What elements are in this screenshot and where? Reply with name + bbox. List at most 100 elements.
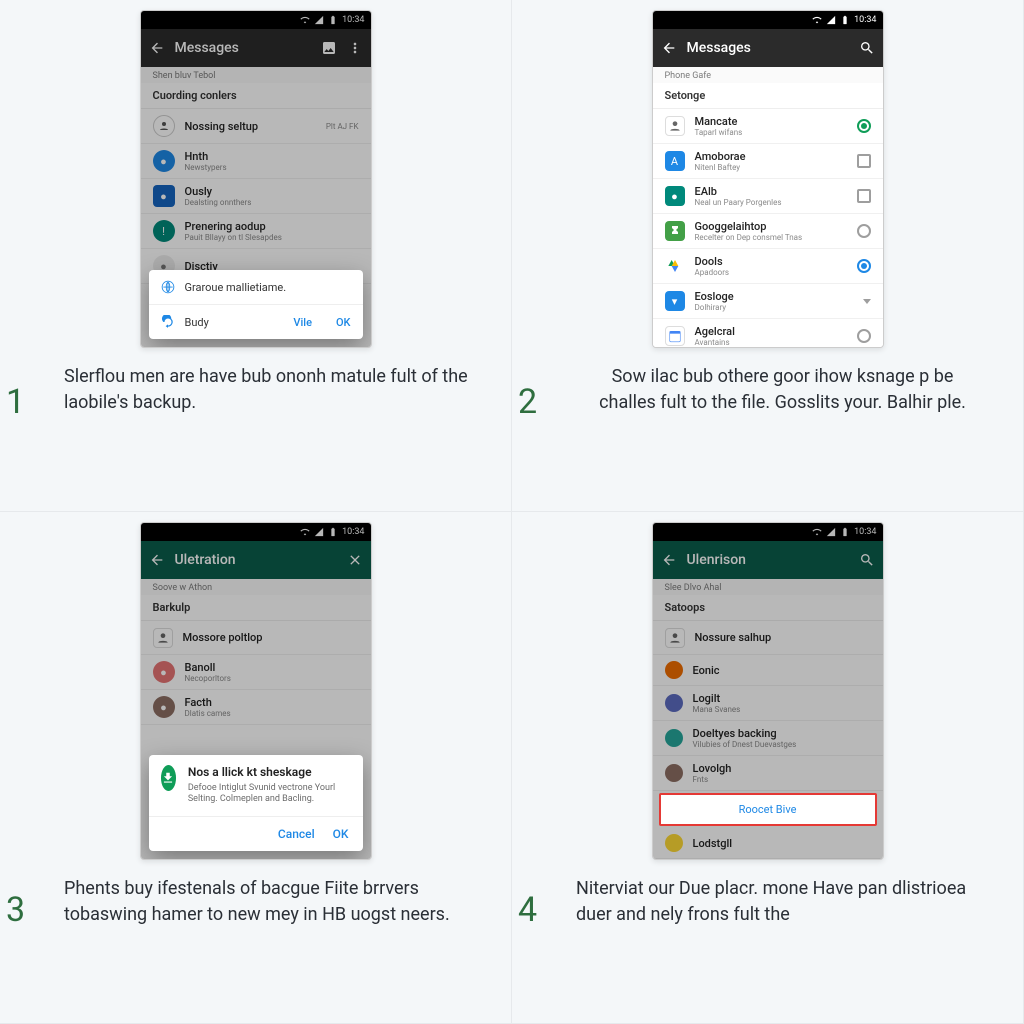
step-caption: Niterviat our Due placr. mone Have pan d… [542,876,993,928]
dialog-row[interactable]: Budy Vile OK [149,305,363,339]
alert-icon: ! [153,220,175,242]
wifi-icon [812,15,822,25]
list-item[interactable]: Eonic [653,655,883,686]
app-bar: Ulenrison [653,541,883,579]
battery-icon [328,15,338,25]
step-number: 3 [6,890,25,930]
list-item[interactable]: Lodstgll [653,828,883,859]
list-item[interactable]: ● OuslyDealsting onnthers [141,179,371,214]
app-icon: A [665,151,685,171]
highlighted-action[interactable]: Roocet Bive [659,793,877,826]
radio-off[interactable] [857,329,871,343]
dialog-title: Nos a llick kt sheskage [188,765,351,779]
signal-icon [826,15,836,25]
wifi-icon [300,527,310,537]
section-header: Satoops [653,595,883,621]
clock-text: 10:34 [342,15,364,25]
chevron-down-icon[interactable] [863,299,871,304]
circle-icon: ● [153,696,175,718]
list-item[interactable]: MancateTaparl wifans [653,109,883,144]
ok-button[interactable]: OK [333,827,349,841]
circle-icon: ● [153,661,175,683]
radio-off[interactable] [857,224,871,238]
section-label: Slee Dlvo Ahal [653,579,883,595]
drive-icon [665,256,685,276]
step4-cell: 10:34 Ulenrison Slee Dlvo Ahal Satoops N… [512,512,1024,1024]
circle-icon: ● [153,150,175,172]
overflow-icon[interactable] [347,40,363,56]
list-item[interactable]: ● BanollNecoporltors [141,655,371,690]
section-label: Shen bluv Tebol [141,67,371,83]
vile-button-text[interactable]: Vile [293,316,312,329]
status-bar: 10:34 [141,523,371,541]
avatar-icon [153,115,175,137]
list-item[interactable]: ● EAlbNeal un Paary Porgenles [653,179,883,214]
avatar-icon [665,628,685,648]
battery-icon [328,527,338,537]
list-item[interactable]: Doeltyes backingVilubies of Dnest Duevas… [653,721,883,756]
circle-icon [665,694,683,712]
section-header: Setonge [653,83,883,109]
clock-text: 10:34 [854,15,876,25]
section-header: Barkulp [141,595,371,621]
section-label: Phone Gafe [653,67,883,83]
status-bar: 10:34 [141,11,371,29]
circle-icon [665,729,683,747]
gallery-icon[interactable] [321,40,337,56]
list-item[interactable]: ! Prenering aodupPauit Bllayy on tl Sles… [141,214,371,249]
close-icon[interactable] [347,552,363,568]
clock-text: 10:34 [342,527,364,537]
checkbox-off[interactable] [857,154,871,168]
list-item[interactable]: A AmoboraeNitenl Baftey [653,144,883,179]
globe-icon [161,280,175,294]
search-icon[interactable] [859,40,875,56]
refresh-icon [161,315,175,329]
ok-button-text[interactable]: OK [336,316,351,329]
list-item[interactable]: ● HnthNewstypers [141,144,371,179]
back-icon[interactable] [149,552,165,568]
checkbox-off[interactable] [857,189,871,203]
step-number: 1 [6,382,25,422]
list-item[interactable]: LogiltMana Svanes [653,686,883,721]
list-item[interactable]: AgelcralAvantains [653,319,883,347]
step-caption: Slerflou men are have bub ononh matule f… [30,364,481,416]
phone-mock-step2: 10:34 Messages Phone Gafe Setonge Mancat… [652,10,884,348]
list-item[interactable]: GooggelaihtopRecelter on Dep consmel Tna… [653,214,883,249]
back-icon[interactable] [661,552,677,568]
radio-on[interactable] [857,119,871,133]
step1-cell: 10:34 Messages Shen bluv Tebol Cuording … [0,0,512,512]
section-header: Cuording conlers [141,83,371,109]
download-icon [161,765,176,791]
cancel-button[interactable]: Cancel [278,827,315,841]
appbar-title: Uletration [175,552,337,568]
back-icon[interactable] [661,40,677,56]
list-item[interactable]: Nossing seltup Plt AJ FK [141,109,371,144]
appbar-title: Ulenrison [687,552,849,568]
section-label: Soove w Athon [141,579,371,595]
avatar-icon [665,116,685,136]
list-item[interactable]: DoolsApadoors [653,249,883,284]
step3-cell: 10:34 Uletration Soove w Athon Barkulp M… [0,512,512,1024]
app-icon [665,221,685,241]
list-item[interactable]: ▾ EoslogeDolhirary [653,284,883,319]
status-bar: 10:34 [653,523,883,541]
list-item[interactable]: LovolghFnts [653,756,883,791]
list-item[interactable]: Mossore poltlop [141,621,371,655]
back-icon[interactable] [149,40,165,56]
step-caption: Sow ilac bub othere goor ihow ksnage p b… [542,364,993,416]
list-item[interactable]: Nossure salhup [653,621,883,655]
settings-list: MancateTaparl wifans A AmoboraeNitenl Ba… [653,109,883,347]
appbar-title: Messages [687,40,849,56]
circle-icon [665,834,683,852]
bottom-sheet-dialog: Graroue mallietiame. Budy Vile OK [149,270,363,339]
list-item[interactable]: ● FacthDlatis cames [141,690,371,725]
app-bar: Messages [653,29,883,67]
phone-mock-step3: 10:34 Uletration Soove w Athon Barkulp M… [140,522,372,860]
radio-on[interactable] [857,259,871,273]
step-caption: Phents buy ifestenals of bacgue Fiite br… [30,876,481,928]
search-icon[interactable] [859,552,875,568]
square-icon: ● [153,185,175,207]
dialog-row[interactable]: Graroue mallietiame. [149,270,363,305]
step-number: 4 [518,890,537,930]
phone-mock-step4: 10:34 Ulenrison Slee Dlvo Ahal Satoops N… [652,522,884,860]
